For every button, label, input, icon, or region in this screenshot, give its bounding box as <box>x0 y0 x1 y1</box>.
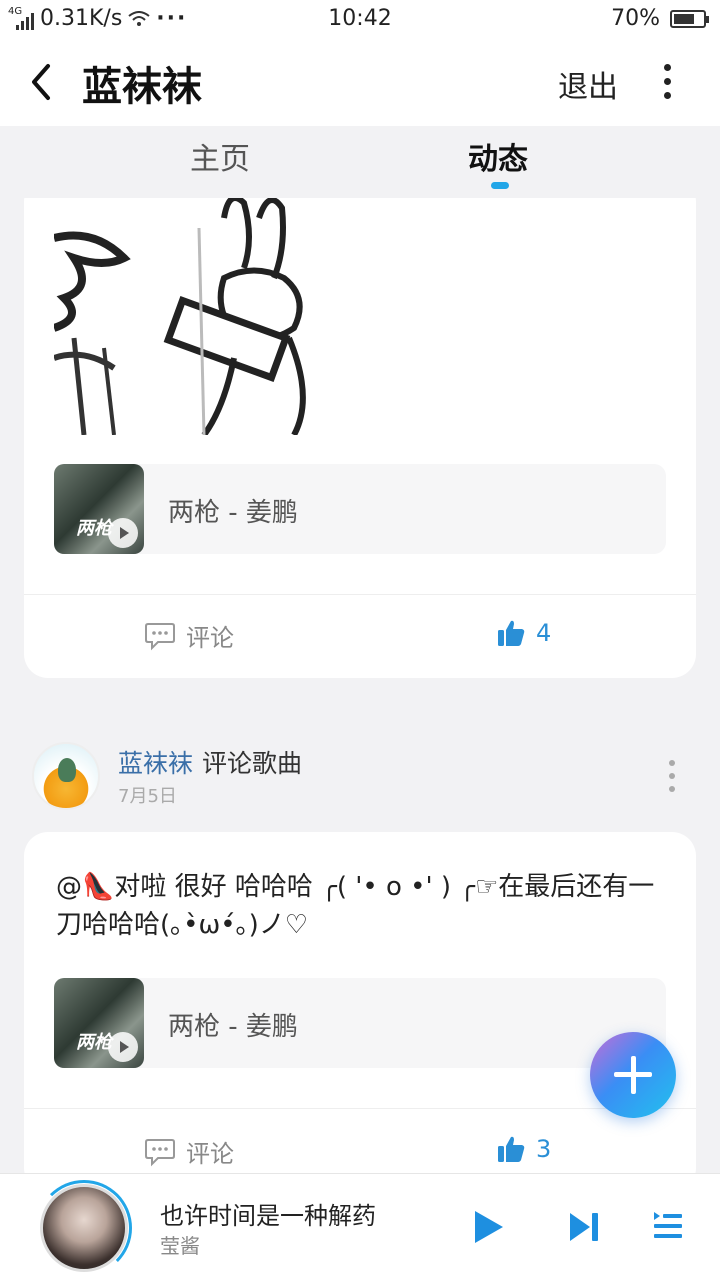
battery-status: 70% <box>611 6 709 31</box>
post-card: @👠对啦 很好 哈哈哈 ╭( '• o •' ) ╭☞在最后还有一刀哈哈哈(｡•… <box>24 832 696 1173</box>
player-artist: 莹酱 <box>160 1234 200 1258</box>
next-track-icon[interactable] <box>566 1208 602 1246</box>
tab-home[interactable]: 主页 <box>190 134 250 178</box>
rabbit-meme-image <box>54 198 318 435</box>
comment-icon <box>145 1138 175 1166</box>
post-more-icon[interactable] <box>664 756 680 796</box>
divider <box>24 594 696 595</box>
like-button[interactable]: 4 <box>496 618 551 648</box>
comment-button[interactable]: 评论 <box>144 1134 234 1169</box>
thumbs-up-icon <box>498 620 525 646</box>
add-post-button[interactable] <box>590 1032 676 1118</box>
active-tab-indicator <box>491 182 509 189</box>
page-title: 蓝袜袜 <box>82 64 202 110</box>
username-link[interactable]: 蓝袜袜 <box>118 744 193 780</box>
player-song-title[interactable]: 也许时间是一种解药 <box>160 1196 376 1231</box>
back-arrow-icon[interactable] <box>22 60 62 104</box>
tab-feed[interactable]: 动态 <box>468 134 528 178</box>
comment-icon <box>145 622 175 650</box>
player-album-cover[interactable] <box>40 1184 128 1272</box>
user-avatar[interactable] <box>32 742 100 810</box>
song-title: 两枪 - 姜鹏 <box>168 1012 298 1042</box>
battery-percent: 70% <box>611 6 660 31</box>
like-count: 4 <box>536 619 552 647</box>
exit-button[interactable]: 退出 <box>558 62 618 106</box>
like-count: 3 <box>536 1135 552 1163</box>
comment-text: @👠对啦 很好 哈哈哈 ╭( '• o •' ) ╭☞在最后还有一刀哈哈哈(｡•… <box>56 872 655 940</box>
play-icon[interactable] <box>470 1208 506 1246</box>
comment-label: 评论 <box>186 624 234 652</box>
post-action-text: 评论歌曲 <box>202 749 303 778</box>
post-card: 两枪 两枪 - 姜鹏 评论 4 <box>24 198 696 678</box>
post-date: 7月5日 <box>118 786 177 807</box>
music-item[interactable]: 两枪 两枪 - 姜鹏 <box>54 978 666 1068</box>
play-icon <box>108 1032 138 1062</box>
divider <box>24 1108 696 1109</box>
comment-button[interactable]: 评论 <box>144 618 234 653</box>
app-bar: 蓝袜袜 退出 <box>0 38 720 126</box>
feed-list[interactable]: 两枪 两枪 - 姜鹏 评论 4 蓝袜袜 评论歌曲 7月5日 @👠对啦 很好 哈哈… <box>0 198 720 1173</box>
tab-bar: 主页 动态 <box>0 126 720 198</box>
comment-label: 评论 <box>186 1140 234 1168</box>
like-button[interactable]: 3 <box>496 1134 551 1164</box>
playlist-icon[interactable] <box>652 1208 684 1244</box>
mini-player: 也许时间是一种解药 莹酱 <box>0 1173 720 1280</box>
status-bar: 4G 0.31K/s ··· 10:42 70% <box>0 0 720 38</box>
album-cover: 两枪 <box>54 464 144 554</box>
post-image[interactable] <box>54 198 318 435</box>
battery-icon <box>670 9 709 28</box>
cover-text: 两枪 <box>76 1032 112 1053</box>
cover-text: 两枪 <box>76 518 112 539</box>
song-title: 两枪 - 姜鹏 <box>168 498 298 528</box>
music-item[interactable]: 两枪 两枪 - 姜鹏 <box>54 464 666 554</box>
thumbs-up-icon <box>498 1136 525 1162</box>
album-cover: 两枪 <box>54 978 144 1068</box>
more-vertical-icon[interactable] <box>654 60 682 104</box>
play-icon <box>108 518 138 548</box>
post-header: 蓝袜袜 评论歌曲 7月5日 <box>0 738 720 818</box>
